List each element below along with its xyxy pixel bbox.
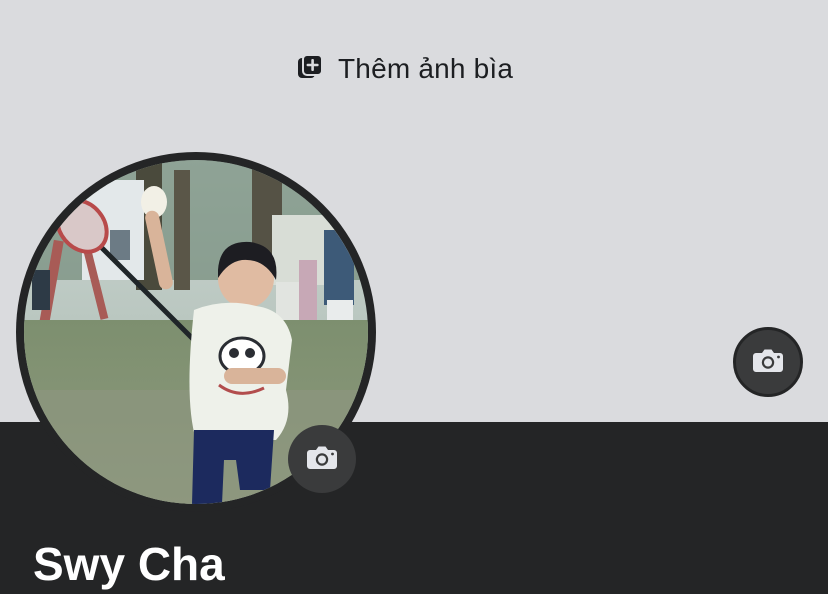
add-cover-photo-label: Thêm ảnh bìa [338, 53, 514, 84]
cover-camera-button[interactable] [733, 327, 803, 397]
add-cover-photo-button[interactable]: Thêm ảnh bìa [296, 50, 513, 88]
profile-name: Swy Cha [33, 538, 225, 590]
camera-icon [752, 347, 784, 378]
camera-icon [306, 444, 338, 475]
add-photo-icon [296, 53, 324, 86]
profile-camera-button[interactable] [288, 425, 356, 493]
